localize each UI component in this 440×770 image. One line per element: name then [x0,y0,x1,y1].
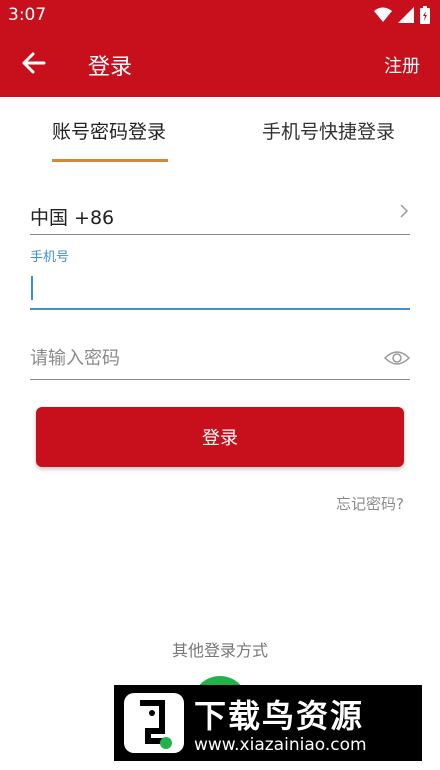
signal-icon [398,7,414,23]
forgot-password-link[interactable]: 忘记密码? [336,493,404,514]
tab-indicator [52,159,168,162]
phone-input[interactable] [30,268,410,308]
tab-account-password[interactable]: 账号密码登录 [52,117,166,144]
tab-phone-quick[interactable]: 手机号快捷登录 [262,117,395,144]
page-title: 登录 [88,55,133,80]
country-selector[interactable]: 中国 +86 [30,198,410,235]
arrow-left-icon [22,52,46,74]
eye-icon[interactable] [384,348,410,368]
status-time: 3:07 [8,5,47,25]
chevron-right-icon [400,204,409,218]
toolbar: 登录 注册 [0,30,440,97]
watermark-text: 下载鸟资源 [194,697,365,735]
login-screen: 3:07 登录 注册 账号密码登录 手机号快捷登录 中国 +86 手机号 登录 … [0,0,440,770]
watermark-url: www.xiazainiao.com [194,735,367,755]
country-code: 中国 +86 [30,207,115,229]
phone-field [30,268,410,310]
phone-label: 手机号 [30,250,70,265]
text-caret [31,276,33,300]
battery-icon [420,6,430,24]
back-button[interactable] [16,47,52,79]
status-icons [374,6,430,24]
other-login-title: 其他登录方式 [171,641,268,660]
register-button[interactable]: 注册 [384,52,420,78]
login-tabs: 账号密码登录 手机号快捷登录 [0,97,440,167]
wifi-icon [374,7,392,23]
status-bar: 3:07 [0,0,440,30]
app-header: 3:07 登录 注册 [0,0,440,97]
password-input[interactable] [30,338,370,378]
bird-logo-icon [124,693,184,753]
watermark-banner: 下载鸟资源 www.xiazainiao.com [114,685,422,761]
password-field [30,338,410,380]
login-button[interactable]: 登录 [36,407,404,467]
